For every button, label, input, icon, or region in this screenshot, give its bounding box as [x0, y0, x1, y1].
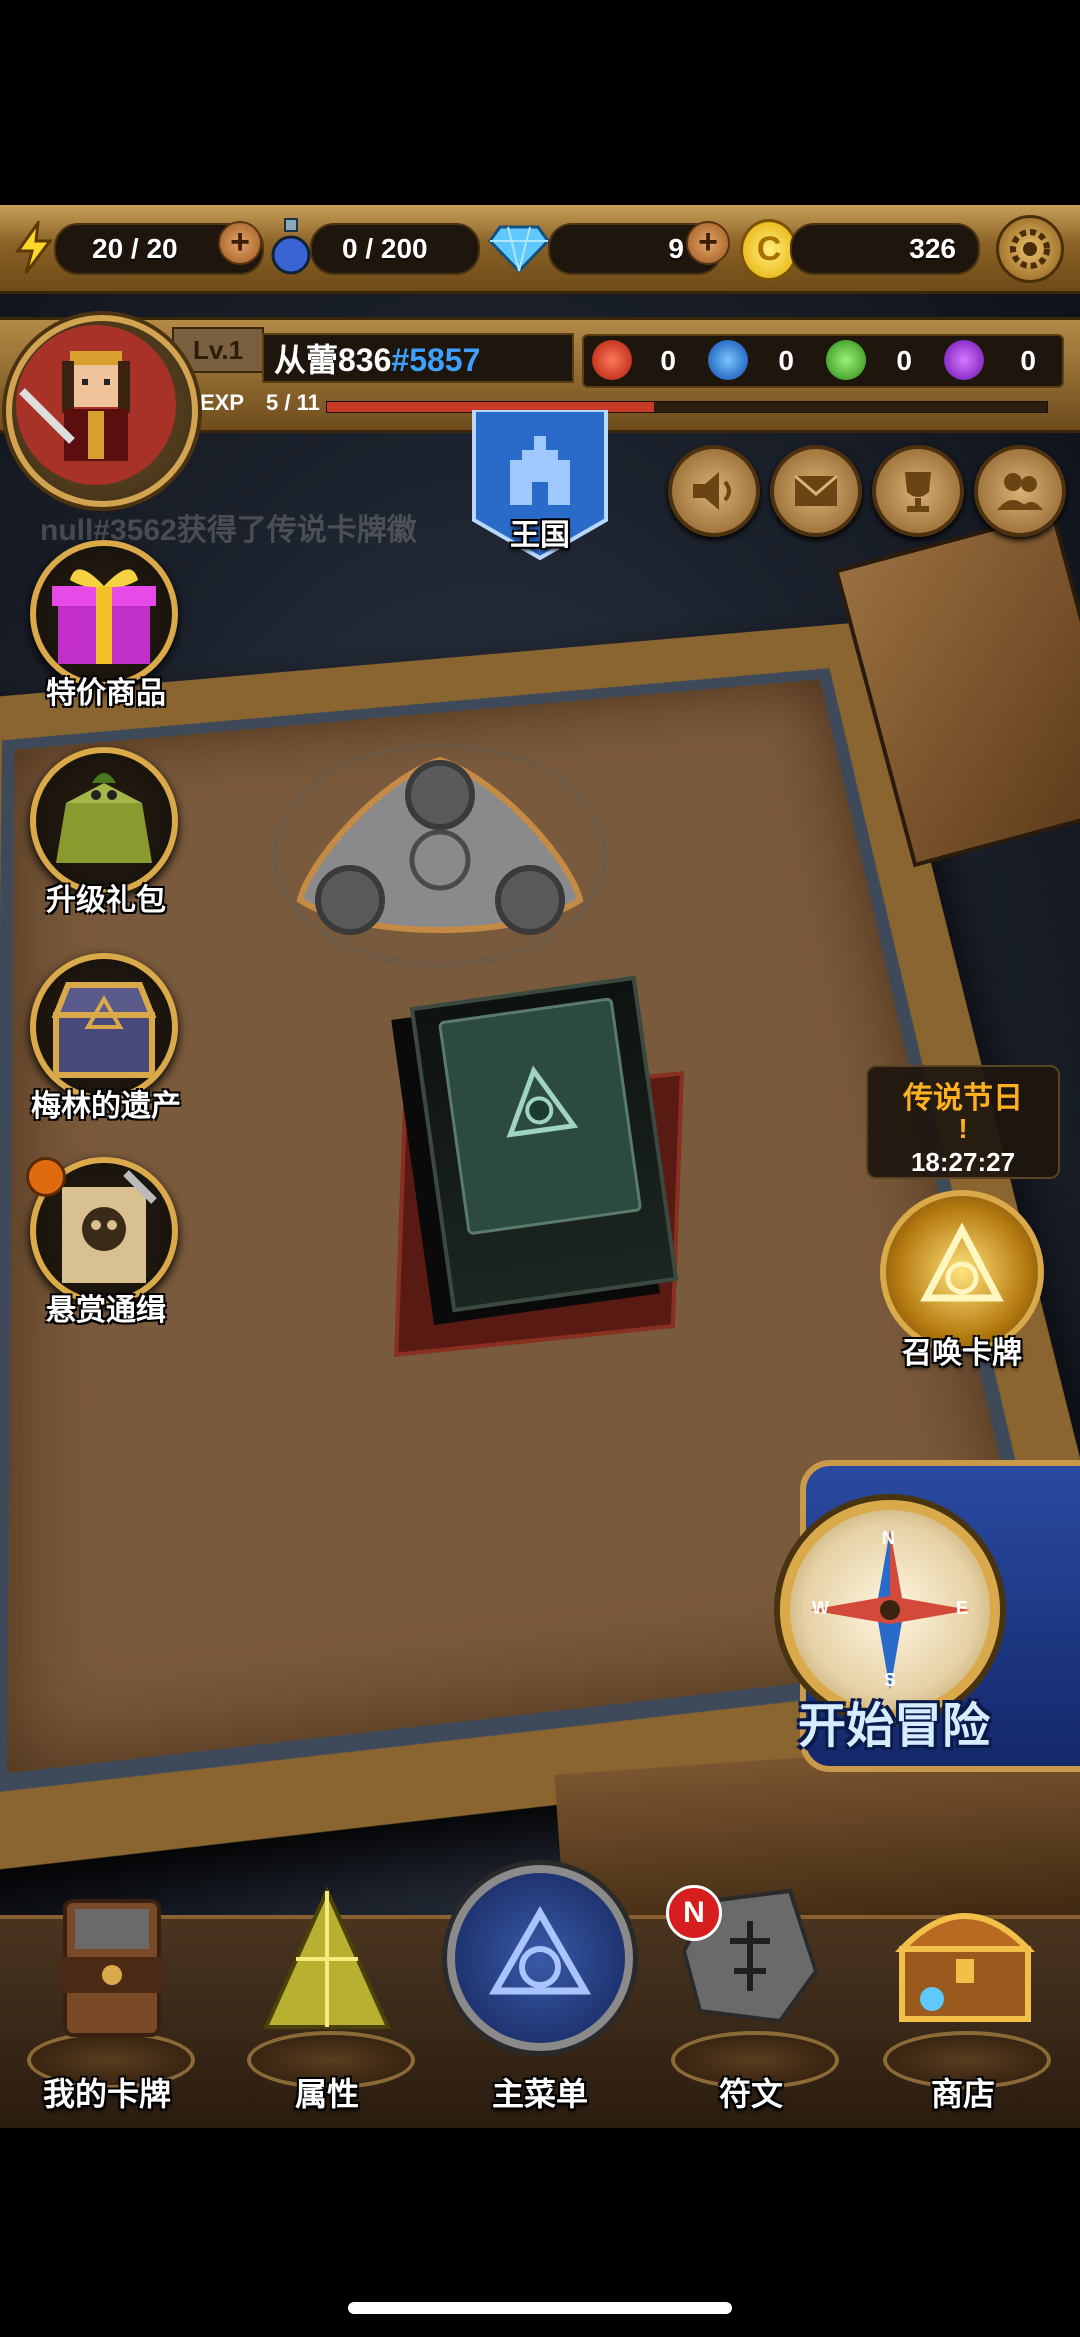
compass-n: N	[882, 1528, 895, 1548]
energy-value: 20 / 20	[92, 233, 178, 264]
envelope-icon	[794, 474, 838, 506]
trophy-icon	[905, 472, 931, 512]
nav-label-runes: 符文	[718, 2076, 783, 2112]
card-deck[interactable]	[409, 975, 679, 1313]
nav-label-shop: 商店	[930, 2076, 995, 2112]
diamond-icon	[488, 225, 550, 273]
event-countdown: 18:27:27	[910, 1147, 1016, 1177]
gear-icon	[1010, 229, 1050, 269]
energy-add-button[interactable]: +	[218, 221, 262, 265]
green-pack-icon	[30, 747, 178, 895]
mail-button[interactable]	[770, 445, 862, 537]
card-book-icon	[61, 1899, 163, 2037]
nature-orb-value: 0	[896, 345, 912, 376]
pyramid-icon	[262, 1887, 392, 2029]
gold-value: 326	[909, 233, 956, 264]
adventure-label: 开始冒险	[798, 1700, 991, 1753]
home-indicator[interactable]	[348, 2302, 732, 2314]
shadow-orb-value: 0	[1020, 345, 1036, 376]
potion-icon	[271, 218, 311, 275]
event-exclaim: !	[958, 1113, 968, 1144]
nature-orb-icon	[826, 340, 866, 380]
side-item-upgrade-pack[interactable]: 升级礼包	[26, 747, 186, 917]
exp-bar	[326, 401, 1048, 413]
nav-label-main-menu: 主菜单	[491, 2076, 588, 2112]
side-label-upgrade-pack: 升级礼包	[46, 884, 166, 917]
orb-counters: 0 0 0 0	[582, 334, 1064, 388]
event-title: 传说节日	[903, 1082, 1023, 1115]
compass-e: E	[956, 1598, 969, 1618]
player-tag: #5857	[391, 342, 481, 378]
potion-value: 0 / 200	[342, 233, 428, 264]
start-adventure-button[interactable]: N S W E 开始冒险	[730, 1440, 1080, 1772]
diamond-value: 9	[668, 233, 684, 264]
treasure-chest-icon	[894, 1913, 1036, 2022]
water-orb-icon	[708, 340, 748, 380]
friends-button[interactable]	[974, 445, 1066, 537]
side-item-bounty[interactable]: 悬赏通缉	[26, 1157, 186, 1327]
exp-row: EXP 5 / 11	[196, 387, 1056, 419]
nav-my-cards[interactable]: 我的卡牌	[12, 1899, 202, 2119]
new-badge: N	[666, 1885, 722, 1941]
potion-slot: 0 / 200	[310, 223, 480, 275]
summon-label: 召唤卡牌	[902, 1337, 1022, 1370]
nav-label-attributes: 属性	[294, 2076, 359, 2112]
fire-orb-icon	[592, 340, 632, 380]
side-label-special-offers: 特价商品	[46, 677, 166, 710]
exp-label: EXP	[200, 390, 245, 415]
compass-w: W	[812, 1598, 829, 1618]
side-item-special-offers[interactable]: 特价商品	[26, 540, 186, 710]
game-screen: null#3562获得了传说卡牌徽 20 / 20 + 0 / 200 9 + …	[0, 205, 1080, 2128]
relic-triskelion	[272, 742, 608, 968]
nav-label-my-cards: 我的卡牌	[42, 2076, 171, 2112]
side-item-merlin-legacy[interactable]: 梅林的遗产	[26, 953, 186, 1123]
fire-orb-value: 0	[660, 345, 676, 376]
gift-box-icon	[30, 540, 178, 688]
shadow-orb-icon	[944, 340, 984, 380]
lightning-icon	[15, 221, 53, 274]
exp-value: 5 / 11	[266, 390, 320, 415]
water-orb-value: 0	[778, 345, 794, 376]
nav-runes[interactable]: N 符文	[656, 1885, 846, 2119]
timer-icon	[26, 1157, 66, 1197]
summon-cards-button[interactable]: 召唤卡牌	[872, 1190, 1052, 1370]
kingdom-label: 王国	[510, 519, 570, 552]
side-label-merlin-legacy: 梅林的遗产	[31, 1090, 181, 1123]
player-name-box[interactable]: 从蕾836#5857	[262, 333, 574, 383]
hero-portrait-icon	[16, 325, 176, 485]
nav-main-menu[interactable]: 主菜单	[445, 1865, 635, 2119]
diamond-add-button[interactable]: +	[686, 221, 730, 265]
settings-button[interactable]	[996, 215, 1064, 283]
nav-shop[interactable]: 商店	[868, 1913, 1058, 2119]
resource-bar: 20 / 20 + 0 / 200 9 + C 326	[0, 205, 1080, 294]
nav-attributes[interactable]: 属性	[232, 1887, 422, 2119]
speaker-icon	[693, 472, 731, 510]
sound-button[interactable]	[668, 445, 760, 537]
friends-icon	[997, 473, 1043, 510]
bottom-nav: 我的卡牌 属性 主菜单 N 符文 商店	[0, 1865, 1080, 2128]
achievements-button[interactable]	[872, 445, 964, 537]
gold-slot: 326	[790, 223, 980, 275]
player-name: 从蕾836	[274, 342, 392, 378]
event-timer-box[interactable]: 传说节日 ! 18:27:27	[866, 1065, 1060, 1179]
avatar[interactable]	[6, 315, 198, 507]
main-menu-emblem-icon	[447, 1865, 633, 2051]
deck-emblem-icon	[506, 1065, 579, 1138]
treasure-chest-icon	[30, 953, 178, 1101]
kingdom-banner[interactable]: 王国	[470, 408, 610, 561]
side-label-bounty: 悬赏通缉	[46, 1294, 166, 1327]
